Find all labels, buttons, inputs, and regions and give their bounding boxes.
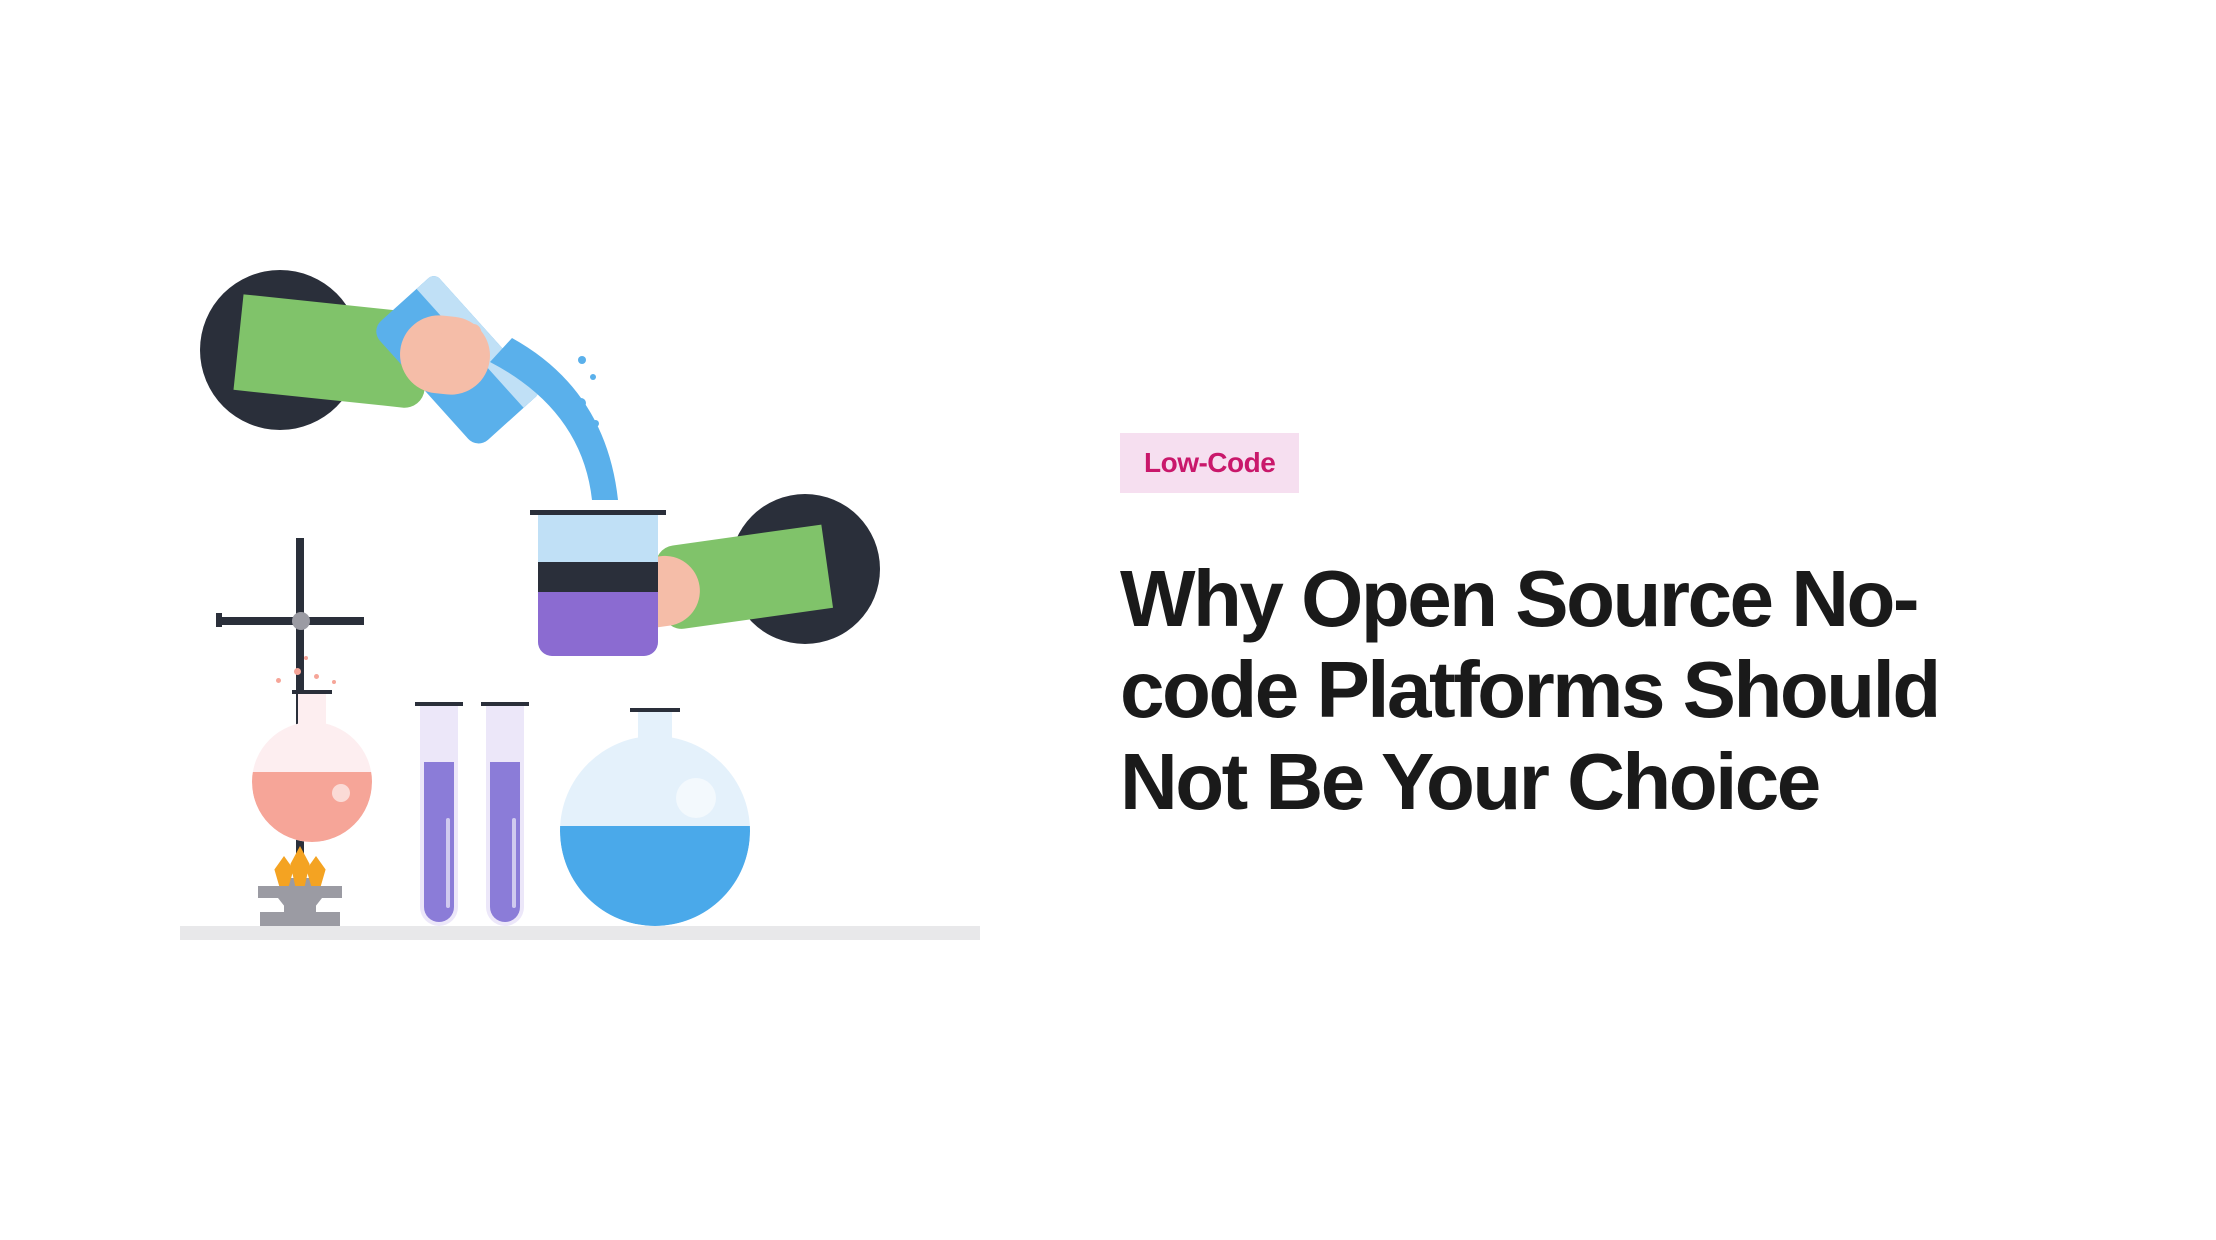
- beaker-lip: [530, 510, 666, 515]
- flask-liquid: [252, 772, 372, 842]
- beaker-liquid: [538, 592, 658, 656]
- round-flask: [252, 722, 372, 842]
- flask-neck: [638, 710, 672, 744]
- clamp-end: [216, 613, 222, 627]
- shine: [332, 784, 350, 802]
- test-tube: [420, 706, 458, 926]
- tube-lip: [481, 702, 529, 706]
- bubble-icon: [576, 398, 586, 408]
- shine: [676, 778, 716, 818]
- page-title: Why Open Source No-code Platforms Should…: [1120, 553, 2036, 827]
- bubble-icon: [592, 420, 599, 427]
- flask-lip: [292, 690, 332, 694]
- shine: [446, 818, 450, 908]
- large-round-flask: [560, 736, 750, 926]
- burner-legs: [278, 898, 322, 926]
- tube-lip: [415, 702, 463, 706]
- flask-liquid: [560, 826, 750, 926]
- category-tag[interactable]: Low-Code: [1120, 433, 1299, 493]
- content-panel: Low-Code Why Open Source No-code Platfor…: [1120, 413, 2036, 827]
- shine: [512, 818, 516, 908]
- bubble-icon: [590, 374, 596, 380]
- burner-plate: [258, 886, 342, 898]
- flask-neck: [298, 692, 326, 730]
- receiving-beaker: [538, 514, 658, 656]
- slide-container: Low-Code Why Open Source No-code Platfor…: [0, 0, 2216, 1240]
- test-tube: [486, 706, 524, 926]
- chemistry-illustration: [180, 270, 1000, 970]
- bubble-icon: [578, 356, 586, 364]
- stand-knob: [292, 612, 310, 630]
- table-surface: [180, 926, 980, 940]
- flask-lip: [630, 708, 680, 712]
